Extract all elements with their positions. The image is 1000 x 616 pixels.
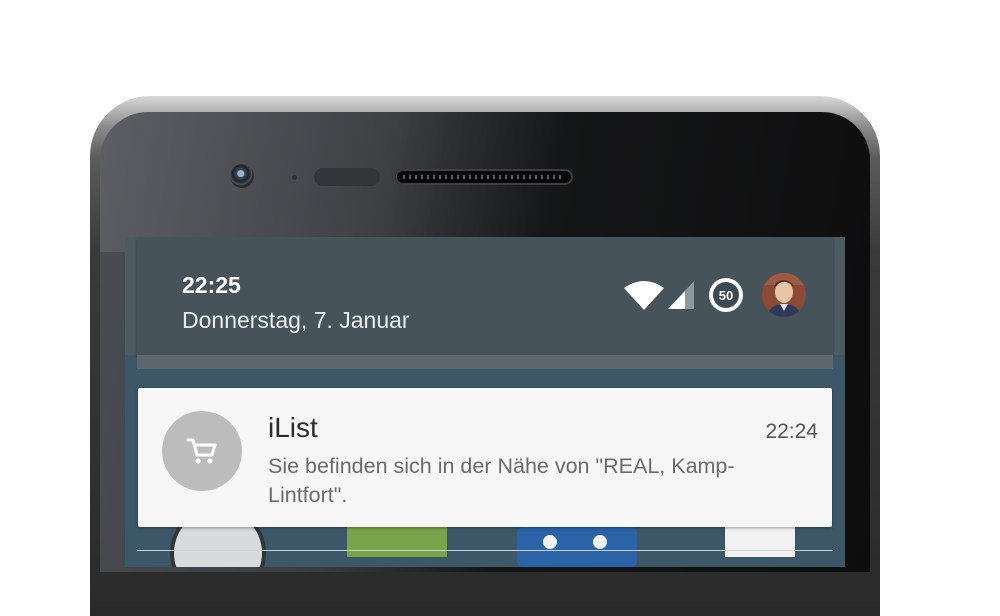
dock-divider (137, 550, 833, 551)
app-icon-dot (593, 535, 607, 549)
notification-time: 22:24 (765, 420, 818, 443)
proximity-sensor (292, 175, 297, 180)
app-icon-dot (543, 535, 557, 549)
shade-divider (137, 355, 833, 369)
quick-status-panel[interactable]: 22:25 Donnerstag, 7. Januar 50 (137, 237, 833, 355)
battery-level: 50 (713, 282, 739, 308)
phone-screen: 22:25 Donnerstag, 7. Januar 50 iList 22:… (125, 237, 845, 567)
home-app-icon (725, 527, 795, 557)
notification-shade-header: 22:25 Donnerstag, 7. Januar 50 (125, 237, 845, 355)
user-avatar[interactable] (762, 273, 806, 317)
front-camera (230, 164, 254, 188)
cellular-signal-icon (668, 281, 694, 309)
status-time: 22:25 (182, 272, 241, 298)
notification-card[interactable]: iList 22:24 Sie befinden sich in der Näh… (138, 388, 832, 527)
notification-app-name: iList (268, 412, 318, 443)
shopping-cart-icon (186, 438, 217, 464)
home-app-icon (517, 527, 637, 567)
avatar-portrait (762, 273, 806, 317)
wifi-icon (624, 281, 664, 310)
battery-icon: 50 (709, 278, 743, 312)
notification-message: Sie befinden sich in der Nähe von "REAL,… (268, 454, 735, 507)
status-date[interactable]: Donnerstag, 7. Januar (182, 307, 410, 334)
app-icon-badge (162, 411, 242, 491)
light-sensor (314, 168, 380, 186)
home-app-icon (347, 527, 447, 557)
earpiece-speaker (395, 169, 573, 185)
